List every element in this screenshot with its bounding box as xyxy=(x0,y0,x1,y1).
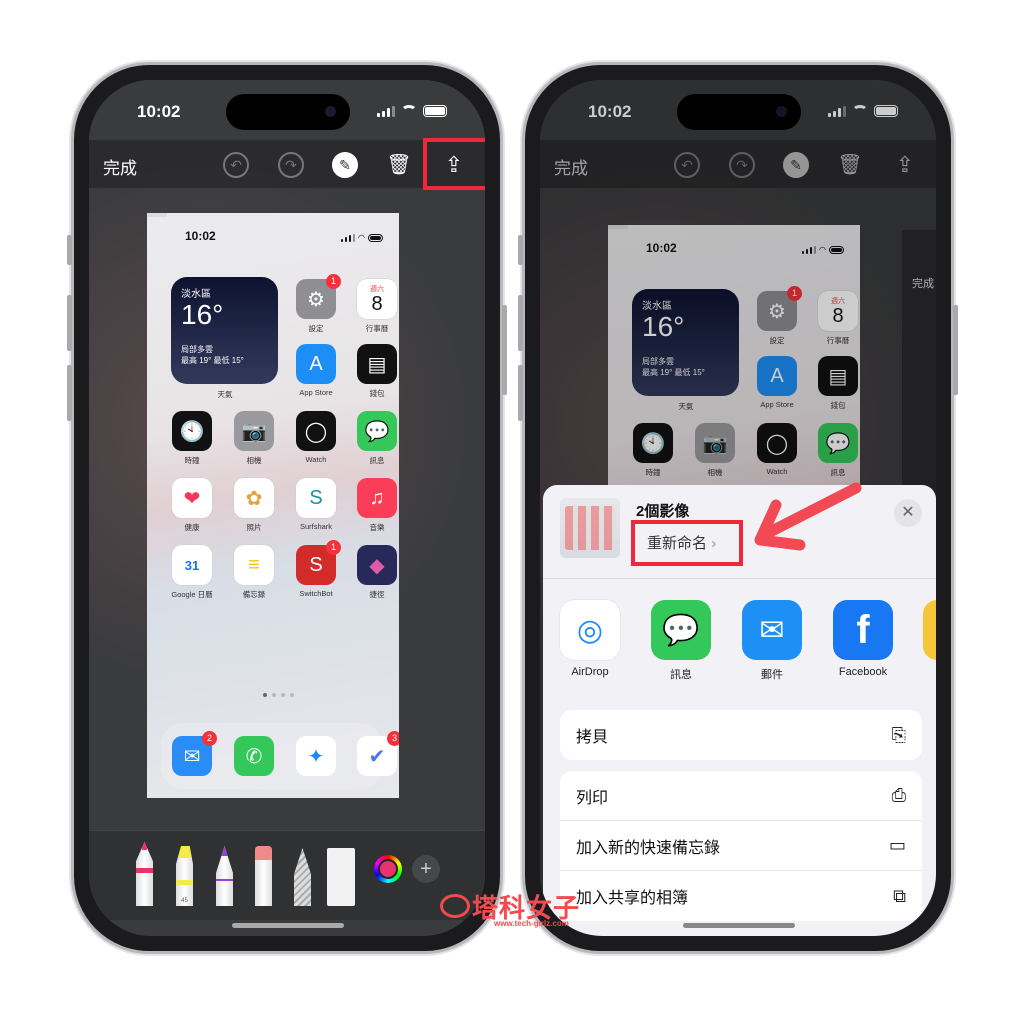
watermark-url: www.tech-girlz.com xyxy=(494,919,569,928)
annotation-arrow xyxy=(754,482,862,551)
watermark-logo xyxy=(440,894,470,918)
